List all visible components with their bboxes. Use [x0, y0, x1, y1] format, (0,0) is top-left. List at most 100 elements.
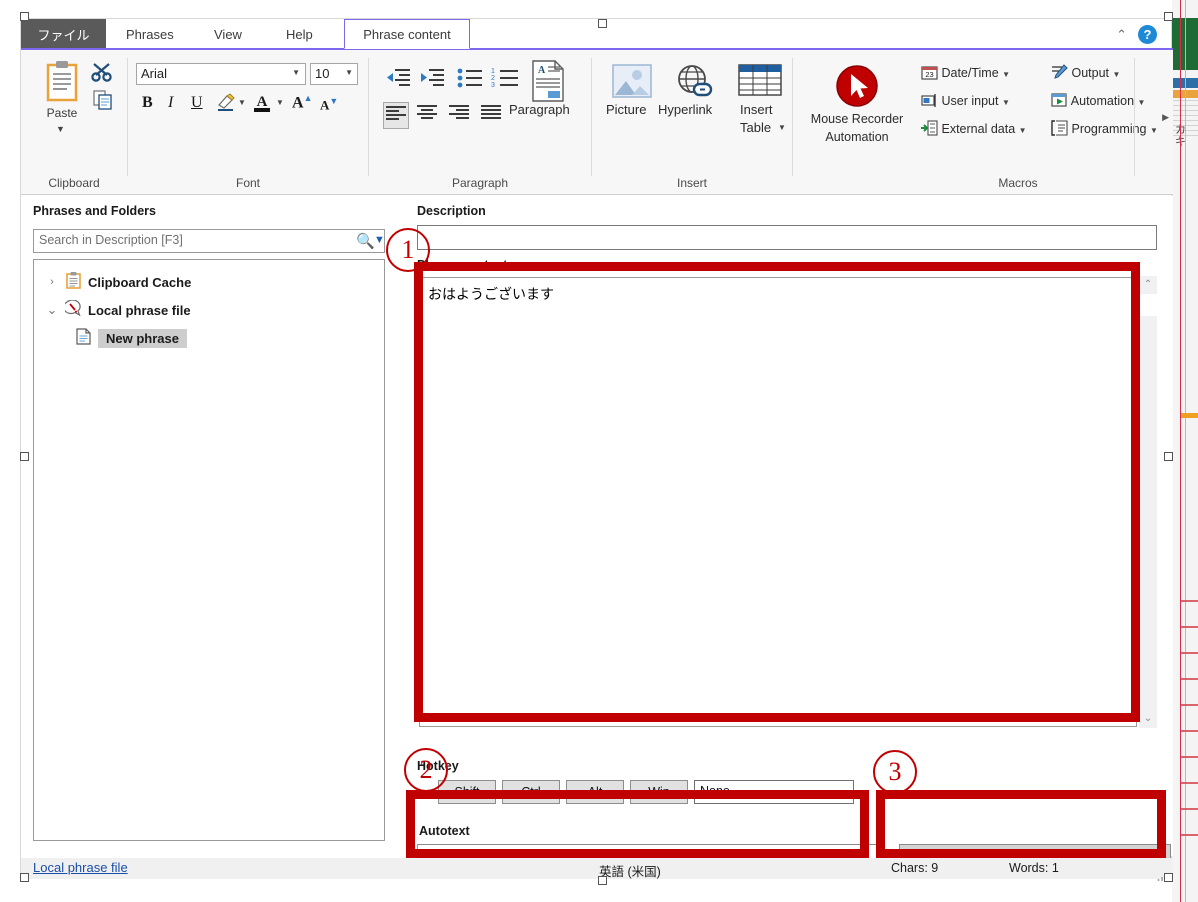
tab-phrases-label: Phrases — [126, 26, 174, 42]
font-family-input[interactable]: Arial ▼ — [136, 63, 306, 85]
hyperlink-label[interactable]: Hyperlink — [658, 102, 712, 117]
resize-handle-top-right[interactable] — [1164, 12, 1173, 21]
paragraph-button-label[interactable]: Paragraph — [509, 102, 570, 117]
macro-item-date-time[interactable]: 23 Date/Time ▼ — [921, 64, 1010, 80]
align-center-icon[interactable] — [417, 104, 437, 125]
macro-item-automation[interactable]: Automation ▼ — [1051, 92, 1145, 108]
tab-help[interactable]: Help — [276, 19, 323, 49]
align-left-icon[interactable] — [383, 102, 409, 129]
chevron-down-icon[interactable]: ⌄ — [42, 302, 62, 318]
hotkey-key-select[interactable]: None ⌄ — [694, 780, 854, 804]
italic-label: I — [168, 94, 174, 111]
font-size-input[interactable]: 10 ▼ — [310, 63, 358, 85]
resize-handle-right-middle[interactable] — [1164, 452, 1173, 461]
resize-handle-left-middle[interactable] — [20, 452, 29, 461]
group-label-paragraph: Paragraph — [451, 176, 509, 190]
tab-phrases[interactable]: Phrases — [116, 19, 184, 49]
bold-button[interactable]: B — [142, 94, 153, 112]
resize-handle-bottom-right[interactable] — [1164, 873, 1173, 882]
picture-icon[interactable] — [612, 64, 652, 103]
macro-item-output[interactable]: Output ▼ — [1051, 64, 1120, 80]
caret-down-icon[interactable]: ▼ — [1002, 98, 1010, 107]
scroll-up-icon[interactable]: ⌃ — [1139, 276, 1157, 294]
chevron-right-icon[interactable]: › — [42, 276, 62, 288]
macro-item-programming[interactable]: Programming ▼ — [1051, 120, 1158, 136]
caret-down-icon[interactable]: ▼ — [1150, 126, 1158, 135]
insert-table-label-line2[interactable]: Table — [740, 120, 771, 135]
help-icon[interactable]: ? — [1138, 25, 1157, 44]
font-size-caret-icon[interactable]: ▼ — [345, 68, 353, 77]
macro-label-user-input: User input — [941, 94, 999, 108]
font-family-caret-icon[interactable]: ▼ — [292, 68, 300, 77]
tab-view[interactable]: View — [204, 19, 252, 49]
caret-down-icon[interactable]: ▼ — [1138, 98, 1146, 107]
tab-phrase-content[interactable]: Phrase content — [344, 19, 470, 49]
macro-item-user-input[interactable]: User input ▼ — [921, 92, 1010, 108]
collapse-ribbon-icon[interactable]: ⌃ — [1116, 27, 1127, 43]
tree-item-local-phrase-file[interactable]: ⌄ Local phrase file — [34, 296, 384, 324]
paste-dropdown-caret-icon[interactable]: ▼ — [56, 124, 65, 134]
resize-handle-top-left[interactable] — [20, 12, 29, 21]
copy-icon[interactable] — [93, 90, 113, 115]
insert-table-caret-icon[interactable]: ▼ — [778, 123, 786, 132]
shrink-font-label: A — [320, 97, 330, 113]
scrollbar-thumb[interactable] — [1139, 294, 1157, 316]
resize-handle-bottom-center[interactable] — [598, 876, 607, 885]
hotkey-ctrl-button[interactable]: Ctrl — [502, 780, 560, 804]
search-dropdown-caret-icon[interactable]: ▼ — [374, 234, 385, 246]
caret-down-icon[interactable]: ▼ — [1113, 70, 1121, 79]
font-color-icon[interactable]: A — [252, 91, 272, 118]
status-local-phrase-file-link[interactable]: Local phrase file — [33, 860, 128, 875]
annotation-callout-3: 3 — [873, 750, 917, 794]
tree-item-new-phrase[interactable]: New phrase — [34, 324, 384, 352]
align-justify-icon[interactable] — [481, 104, 501, 125]
macro-item-external-data[interactable]: External data ▼ — [921, 120, 1027, 136]
font-color-caret-icon[interactable]: ▼ — [276, 98, 284, 107]
shrink-font-button[interactable]: A▼ — [320, 96, 338, 113]
resize-handle-top-center[interactable] — [598, 19, 607, 28]
hotkey-win-button[interactable]: Win — [630, 780, 688, 804]
resize-handle-bottom-left[interactable] — [20, 873, 29, 882]
group-label-macros: Macros — [998, 176, 1038, 190]
phrase-file-icon — [62, 299, 84, 320]
underline-button[interactable]: U — [191, 94, 203, 112]
annotation-callout-3-number: 3 — [888, 757, 902, 786]
description-input[interactable] — [417, 225, 1157, 250]
italic-button[interactable]: I — [168, 94, 173, 112]
hotkey-shift-button[interactable]: Shift — [438, 780, 496, 804]
numbered-list-icon[interactable]: 123 — [491, 68, 519, 93]
align-right-icon[interactable] — [449, 104, 469, 125]
paragraph-settings-icon[interactable]: A — [531, 60, 565, 107]
phrase-content-editor[interactable]: おはようございます — [419, 277, 1137, 727]
phrase-content-scrollbar[interactable]: ⌃ ⌄ — [1139, 276, 1157, 728]
ribbon-overflow-icon[interactable]: ▶ — [1162, 112, 1169, 123]
ribbon: Paste ▼ Clipboard Arial ▼ 10 ▼ B I U ▼ A… — [21, 50, 1173, 195]
hotkey-alt-button[interactable]: Alt — [566, 780, 624, 804]
svg-text:1: 1 — [491, 68, 495, 75]
paste-icon[interactable] — [45, 60, 79, 102]
tree-item-clipboard-cache[interactable]: › Clipboard Cache — [34, 268, 384, 296]
bullet-list-icon[interactable] — [457, 68, 483, 93]
caret-down-icon[interactable]: ▼ — [1019, 126, 1027, 135]
magnifier-icon[interactable]: 🔍 — [356, 232, 375, 250]
hyperlink-icon[interactable] — [674, 64, 714, 103]
scissors-icon[interactable] — [91, 62, 113, 87]
grow-font-button[interactable]: A▲ — [292, 93, 312, 112]
chevron-down-icon[interactable]: ⌄ — [839, 785, 847, 796]
mouse-recorder-icon[interactable] — [835, 64, 879, 113]
phrase-tree[interactable]: › Clipboard Cache ⌄ Local phrase file Ne… — [33, 259, 385, 841]
scroll-down-icon[interactable]: ⌄ — [1139, 710, 1157, 728]
tab-file[interactable]: ファイル — [21, 19, 106, 49]
clipboard-icon — [62, 272, 84, 292]
caret-down-icon[interactable]: ▼ — [1002, 70, 1010, 79]
highlight-caret-icon[interactable]: ▼ — [238, 98, 246, 107]
highlighter-icon[interactable] — [216, 92, 236, 117]
increase-indent-icon[interactable] — [421, 68, 445, 93]
group-label-font: Font — [235, 176, 260, 190]
search-input[interactable]: Search in Description [F3] — [33, 229, 385, 253]
decrease-indent-icon[interactable] — [387, 68, 411, 93]
insert-table-icon[interactable] — [738, 64, 782, 101]
insert-table-label-line1[interactable]: Insert — [740, 102, 773, 117]
picture-label[interactable]: Picture — [606, 102, 646, 117]
tab-file-label: ファイル — [37, 27, 90, 43]
